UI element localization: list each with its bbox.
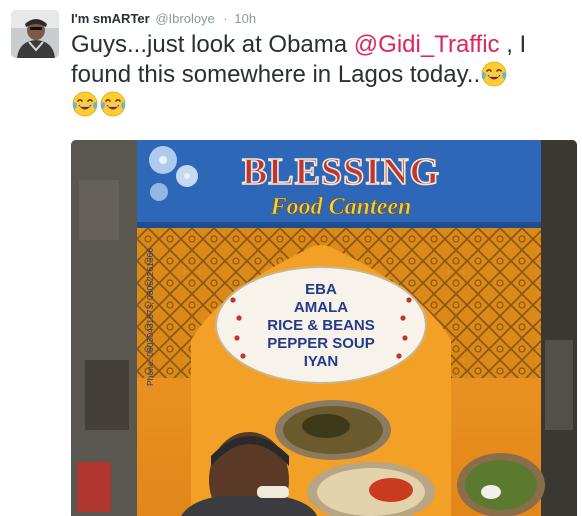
tweet-text: Guys...just look at Obama @Gidi_Traffic …: [71, 30, 576, 120]
menu-item: AMALA: [294, 299, 348, 316]
face-with-tears-of-joy-icon: [71, 90, 99, 118]
tweet-text-part-1: Guys...just look at Obama: [71, 31, 354, 58]
phone-numbers: Phone: 08030431873, 08052261566: [145, 248, 155, 386]
menu-item: IYAN: [304, 353, 338, 370]
sign-title: BLESSING: [242, 151, 440, 193]
menu-item: EBA: [305, 281, 337, 298]
avatar-image: [11, 10, 59, 58]
avatar[interactable]: [11, 10, 59, 58]
author-handle[interactable]: @Ibroloye: [155, 11, 214, 26]
tweet-photo[interactable]: Phone: 08030431873, 08052261566 BLESSING…: [71, 140, 577, 516]
meta-separator: ·: [223, 11, 228, 26]
sign-subtitle: Food Canteen: [270, 194, 412, 220]
menu-item: RICE & BEANS: [267, 317, 375, 334]
author-name[interactable]: I'm smARTer: [71, 11, 150, 26]
canteen-sign-photo: Phone: 08030431873, 08052261566 BLESSING…: [71, 140, 577, 516]
face-with-tears-of-joy-icon: [99, 90, 127, 118]
menu-item: PEPPER SOUP: [267, 335, 375, 352]
tweet-header: I'm smARTer @Ibroloye · 10h: [71, 11, 256, 27]
face-with-tears-of-joy-icon: [480, 60, 508, 88]
mention-link[interactable]: @Gidi_Traffic: [354, 31, 500, 58]
tweet[interactable]: I'm smARTer @Ibroloye · 10h Guys...just …: [0, 0, 582, 516]
timestamp[interactable]: 10h: [234, 11, 256, 26]
